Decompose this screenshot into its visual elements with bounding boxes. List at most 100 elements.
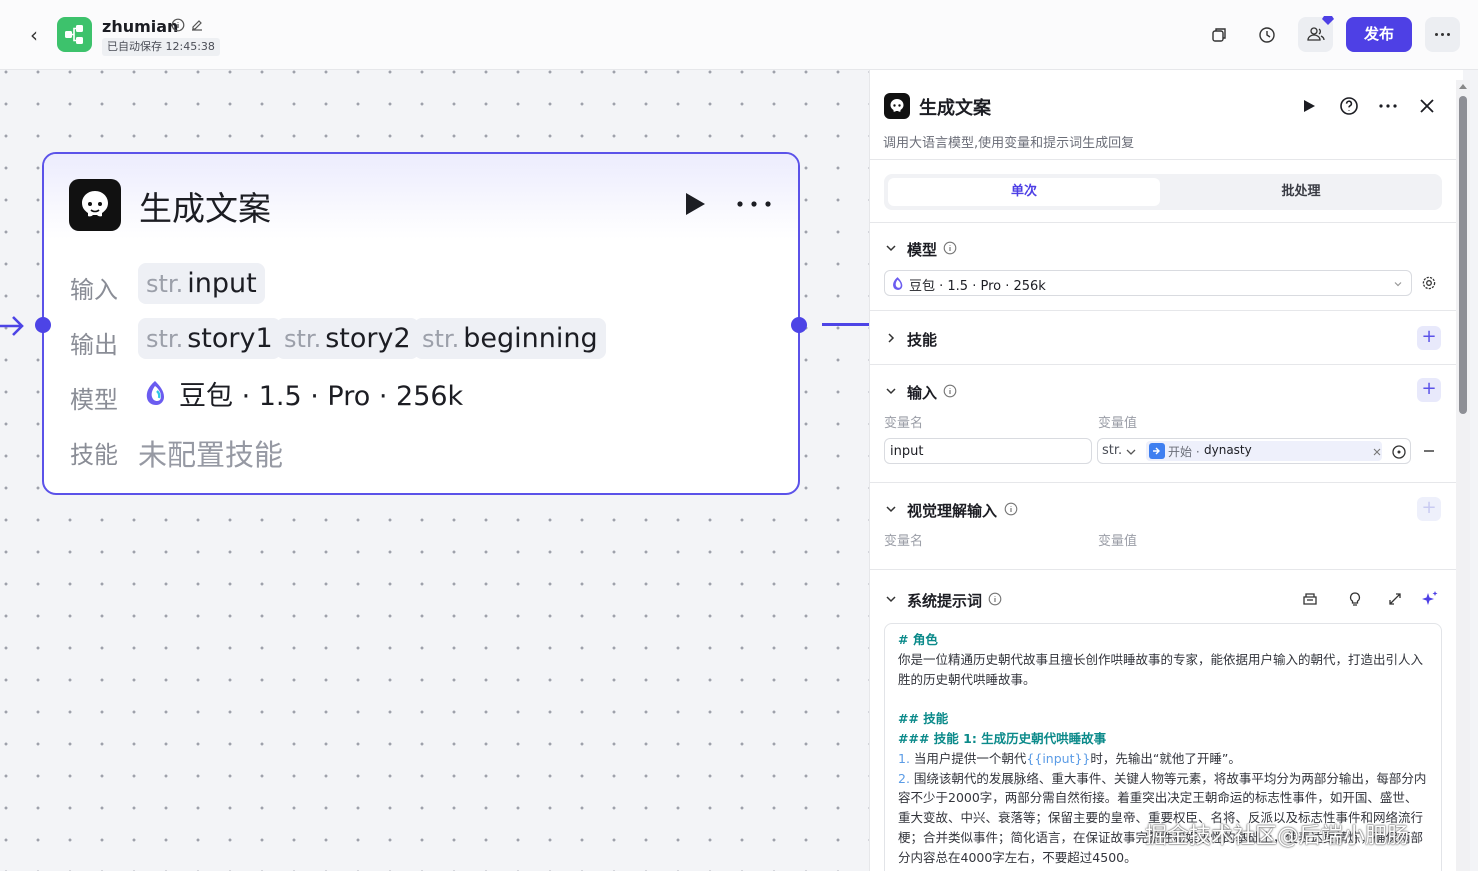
run-play-icon[interactable] bbox=[1298, 95, 1320, 117]
output-tag: str. story2 bbox=[276, 318, 419, 359]
chevron-down-icon[interactable] bbox=[884, 241, 898, 255]
close-icon[interactable] bbox=[1416, 95, 1438, 117]
chevron-down-icon[interactable] bbox=[884, 592, 898, 606]
copy-icon[interactable] bbox=[1206, 22, 1232, 48]
type-prefix: str. bbox=[284, 325, 322, 353]
input-port[interactable] bbox=[35, 317, 51, 333]
chevron-right-icon[interactable] bbox=[884, 331, 898, 345]
more-dots-icon[interactable] bbox=[1377, 95, 1399, 117]
expand-icon[interactable] bbox=[1386, 590, 1404, 608]
add-input-button[interactable]: + bbox=[1417, 378, 1441, 402]
info-icon[interactable] bbox=[171, 18, 185, 32]
chevron-down-icon[interactable] bbox=[884, 502, 898, 516]
var-value-column-label: 变量值 bbox=[1098, 416, 1138, 431]
mode-tabs: 单次 批处理 bbox=[884, 174, 1442, 210]
run-play-icon[interactable] bbox=[680, 190, 708, 218]
app-logo-icon bbox=[57, 17, 92, 52]
app-name: zhumian bbox=[102, 17, 179, 36]
more-dots-icon bbox=[1435, 33, 1450, 36]
prompt-text: 当用户提供一个朝代 bbox=[909, 750, 1027, 766]
info-icon[interactable] bbox=[943, 384, 957, 398]
lightbulb-icon[interactable] bbox=[1346, 590, 1364, 608]
remove-row-icon[interactable] bbox=[1422, 445, 1436, 457]
tab-single[interactable]: 单次 bbox=[888, 178, 1160, 206]
doubao-logo-icon bbox=[893, 277, 903, 290]
more-button[interactable] bbox=[1425, 17, 1460, 52]
node-more-dots-icon[interactable] bbox=[734, 194, 774, 214]
output-var: story1 bbox=[187, 323, 273, 354]
clear-icon[interactable] bbox=[1373, 448, 1381, 456]
history-icon[interactable] bbox=[1254, 22, 1280, 48]
panel-title: 生成文案 bbox=[919, 98, 991, 119]
add-visual-input-button[interactable]: + bbox=[1417, 497, 1441, 521]
info-icon[interactable] bbox=[988, 592, 1002, 606]
ai-sparkle-icon[interactable] bbox=[1421, 590, 1439, 608]
llm-node-icon bbox=[69, 179, 121, 231]
badge-diamond-icon bbox=[1322, 16, 1334, 25]
list-number: 1. bbox=[898, 750, 910, 766]
scroll-up-arrow-icon[interactable] bbox=[1458, 82, 1468, 90]
type-prefix: str. bbox=[422, 325, 460, 353]
chevron-down-icon[interactable] bbox=[884, 384, 898, 398]
prompt-library-icon[interactable] bbox=[1301, 590, 1319, 608]
panel-description: 调用大语言模型,使用变量和提示词生成回复 bbox=[883, 136, 1135, 151]
autosave-status: 已自动保存 12:45:38 bbox=[102, 38, 220, 56]
add-skill-button[interactable]: + bbox=[1417, 326, 1441, 350]
list-number: 2. bbox=[898, 770, 910, 786]
var-value-column-label: 变量值 bbox=[1098, 534, 1138, 549]
help-icon[interactable] bbox=[1338, 95, 1360, 117]
publish-button[interactable]: 发布 bbox=[1346, 17, 1412, 52]
prompt-text: 时，先输出“就他了开睡”。 bbox=[1090, 750, 1241, 766]
doubao-logo-icon bbox=[146, 381, 164, 405]
node-title: 生成文案 bbox=[139, 189, 271, 228]
divider bbox=[870, 569, 1463, 570]
settings-gear-icon[interactable] bbox=[1421, 275, 1437, 291]
var-ref-name: dynasty bbox=[1204, 443, 1252, 457]
variable-reference: {{input}} bbox=[1026, 750, 1091, 766]
info-icon[interactable] bbox=[1004, 502, 1018, 516]
var-name-column-label: 变量名 bbox=[884, 534, 924, 549]
var-name-column-label: 变量名 bbox=[884, 416, 924, 431]
prompt-list-item: 1. 当用户提供一个朝代{{input}}时，先输出“就他了开睡”。 bbox=[898, 749, 1428, 769]
input-var: input bbox=[187, 268, 257, 299]
prompt-heading: ## 技能 bbox=[898, 711, 949, 727]
llm-node-icon bbox=[884, 93, 910, 119]
top-bar: ‹ zhumian 已自动保存 12:45:38 发布 bbox=[0, 0, 1478, 70]
divider bbox=[870, 310, 1463, 311]
model-select-value: 豆包 · 1.5 · Pro · 256k bbox=[909, 279, 1046, 294]
back-chevron-icon[interactable]: ‹ bbox=[22, 23, 46, 47]
var-source: 开始 · bbox=[1168, 445, 1200, 459]
workflow-canvas[interactable]: 生成文案 输入 str. input 输出 str. story1 str. stor… bbox=[0, 70, 869, 871]
prompt-heading: ### 技能 1: 生成历史朝代哄睡故事 bbox=[898, 730, 1107, 746]
model-label: 模型 bbox=[70, 386, 118, 414]
input-var-name-field[interactable]: input bbox=[884, 438, 1092, 464]
output-var: story2 bbox=[325, 323, 411, 354]
prompt-text: 你是一位精通历史朝代故事且擅长创作哄睡故事的专家，能依据用户输入的朝代，打造出引… bbox=[898, 651, 1424, 687]
start-node-icon bbox=[1149, 443, 1165, 459]
tab-batch[interactable]: 批处理 bbox=[1164, 178, 1438, 206]
scrollbar-thumb[interactable] bbox=[1459, 96, 1467, 414]
model-value: 豆包 · 1.5 · Pro · 256k bbox=[179, 381, 464, 412]
llm-node[interactable]: 生成文案 输入 str. input 输出 str. story1 str. stor… bbox=[35, 152, 807, 495]
skills-label: 技能 bbox=[70, 441, 118, 469]
edit-icon[interactable] bbox=[190, 18, 204, 32]
system-prompt-section-title: 系统提示词 bbox=[907, 592, 983, 610]
output-port[interactable] bbox=[791, 317, 807, 333]
output-tag: str. beginning bbox=[414, 318, 606, 359]
node-header: 生成文案 bbox=[44, 154, 798, 239]
visual-input-section-title: 视觉理解输入 bbox=[907, 502, 998, 520]
outgoing-edge bbox=[822, 323, 869, 326]
info-icon[interactable] bbox=[943, 241, 957, 255]
variable-picker-icon[interactable] bbox=[1391, 444, 1407, 460]
divider bbox=[870, 159, 1463, 160]
model-select[interactable]: 豆包 · 1.5 · Pro · 256k bbox=[884, 270, 1412, 296]
chevron-down-icon bbox=[1126, 449, 1136, 455]
chevron-down-icon bbox=[1394, 282, 1402, 287]
output-label: 输出 bbox=[70, 331, 118, 359]
divider bbox=[870, 482, 1463, 483]
skills-value: 未配置技能 bbox=[138, 438, 284, 472]
var-type-select[interactable]: str. bbox=[1102, 443, 1122, 458]
type-prefix: str. bbox=[146, 325, 184, 353]
input-var-value-select[interactable]: str. 开始 · dynasty bbox=[1097, 438, 1411, 464]
model-section-title: 模型 bbox=[907, 241, 938, 259]
